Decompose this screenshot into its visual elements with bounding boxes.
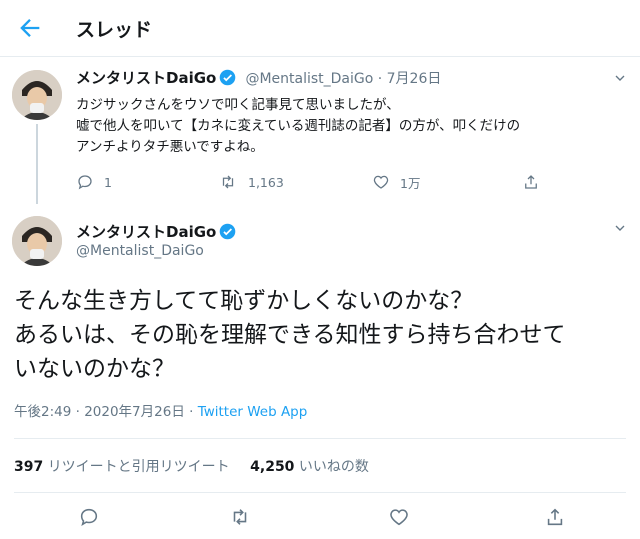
- tweet-text: そんな生き方してて恥ずかしくないのかな？ あるいは、その恥を理解できる知性すら持…: [14, 284, 626, 386]
- handle[interactable]: @Mentalist_DaiGo: [76, 243, 204, 259]
- retweet-stat-count: 397: [14, 459, 44, 475]
- display-name[interactable]: メンタリストDaiGo: [76, 223, 216, 241]
- chevron-down-icon[interactable]: [612, 220, 628, 236]
- avatar-photo-icon: [12, 70, 62, 120]
- avatar[interactable]: [12, 70, 62, 120]
- like-count: 1万: [400, 175, 421, 191]
- divider: [14, 438, 626, 439]
- share-button[interactable]: [522, 170, 550, 194]
- avatar[interactable]: [12, 216, 62, 266]
- tweet-line: いないのかな？: [14, 356, 175, 382]
- thread-header: スレッド: [0, 0, 640, 57]
- retweet-button[interactable]: 1,163: [218, 170, 284, 194]
- verified-badge-icon: [220, 223, 236, 240]
- thread-connector-line: [36, 124, 38, 204]
- like-stat-count: 4,250: [250, 459, 295, 475]
- tweet-actions: 1 1,163 1万: [76, 170, 556, 194]
- engagement-stats: 397 リツイートと引用リツイート 4,250 いいねの数: [14, 456, 385, 476]
- tweet-text: カジサックさんをウソで叩く記事見て思いましたが、 嘘で他人を叩いて【カネに変えて…: [76, 95, 616, 158]
- back-arrow-icon[interactable]: [16, 14, 44, 42]
- tweet-line: 嘘で他人を叩いて【カネに変えている週刊誌の記者】の方が、叩くだけの: [76, 118, 521, 134]
- tweet-actions: [0, 506, 640, 532]
- tweet-line: あるいは、その恥を理解できる知性すら持ち合わせて: [14, 322, 566, 348]
- retweet-stat[interactable]: 397 リツイートと引用リツイート: [14, 459, 246, 475]
- heart-icon: [373, 175, 389, 189]
- tweet-line: アンチよりタチ悪いですよね。: [76, 139, 264, 155]
- retweet-stat-label: リツイートと引用リツイート: [47, 459, 230, 475]
- like-button[interactable]: 1万: [372, 170, 420, 194]
- page-title: スレッド: [76, 19, 153, 41]
- heart-icon[interactable]: [388, 506, 410, 528]
- tweet-meta: メンタリストDaiGo @Mentalist_DaiGo · 7月26日: [76, 67, 441, 88]
- chevron-down-icon[interactable]: [612, 70, 628, 86]
- share-icon[interactable]: [544, 506, 566, 528]
- display-name[interactable]: メンタリストDaiGo: [76, 69, 216, 87]
- share-icon: [525, 175, 537, 189]
- retweet-icon[interactable]: [228, 506, 252, 528]
- like-stat[interactable]: 4,250 いいねの数: [250, 459, 385, 475]
- retweet-count: 1,163: [248, 174, 284, 190]
- reply-button[interactable]: 1: [76, 170, 112, 194]
- avatar-photo-icon: [12, 216, 62, 266]
- tweet-timestamp: 午後2:49 · 2020年7月26日 · Twitter Web App: [14, 400, 307, 420]
- tweet-line: カジサックさんをウソで叩く記事見て思いましたが、: [76, 97, 400, 113]
- verified-badge-icon: [220, 69, 236, 86]
- source-app-link[interactable]: Twitter Web App: [198, 404, 308, 420]
- retweet-icon: [222, 175, 234, 189]
- reply-count: 1: [104, 174, 112, 190]
- like-stat-label: いいねの数: [298, 459, 369, 475]
- time-date[interactable]: 午後2:49 · 2020年7月26日 ·: [14, 404, 198, 420]
- tweet-line: そんな生き方してて恥ずかしくないのかな？: [14, 288, 474, 314]
- reply-icon: [78, 175, 92, 190]
- divider: [14, 492, 626, 493]
- reply-icon[interactable]: [78, 506, 100, 528]
- display-name-row: メンタリストDaiGo: [76, 221, 236, 242]
- handle-and-date[interactable]: @Mentalist_DaiGo · 7月26日: [245, 71, 441, 87]
